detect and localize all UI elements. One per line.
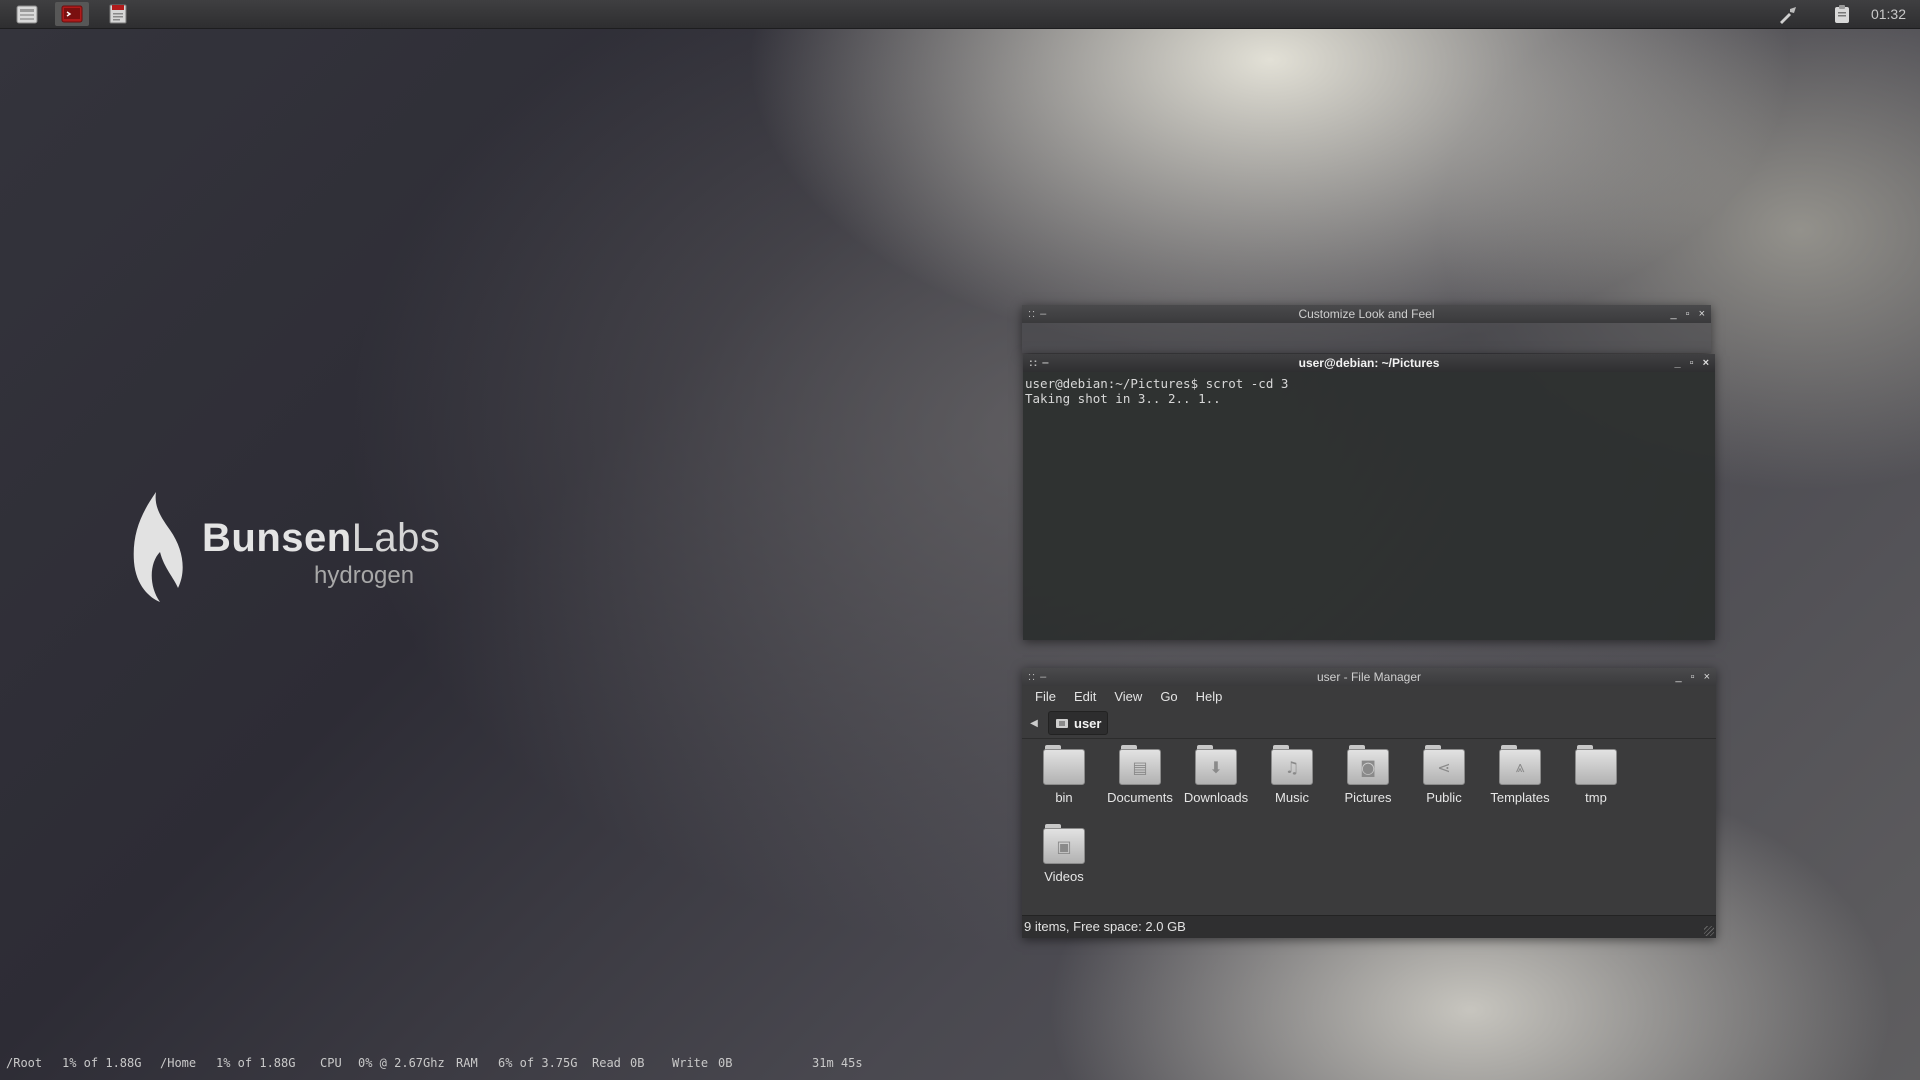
folder-label: Public — [1426, 790, 1462, 805]
folder-item[interactable]: ⋖ Public — [1408, 745, 1480, 805]
folder-item[interactable]: ▣ Videos — [1028, 824, 1100, 884]
back-arrow-icon[interactable]: ◀ — [1026, 713, 1042, 733]
terminal-line: Taking shot in 3.. 2.. 1.. — [1025, 391, 1221, 406]
terminal-icon — [61, 5, 83, 23]
terminal-title: user@debian: ~/Pictures — [1298, 356, 1440, 370]
conky-bar: /Root 1% of 1.88G /Home 1% of 1.88G CPU … — [6, 1056, 863, 1074]
ram-label: RAM — [456, 1056, 478, 1070]
terminal-window[interactable]: :: ‒ user@debian: ~/Pictures _ ▫ × user@… — [1023, 354, 1715, 640]
menu-edit[interactable]: Edit — [1065, 686, 1105, 708]
file-manager-body: File Edit View Go Help ◀ user bin ▤ Docu… — [1022, 686, 1716, 938]
clipboard-icon[interactable] — [1830, 3, 1854, 25]
write-value: 0B — [718, 1056, 733, 1070]
templates-folder-icon: ⩓ — [1499, 745, 1541, 785]
documents-folder-icon: ▤ — [1119, 745, 1161, 785]
text-editor-icon — [109, 4, 127, 24]
public-folder-icon: ⋖ — [1423, 745, 1465, 785]
maximize-button[interactable]: ▫ — [1691, 668, 1695, 686]
customize-title: Customize Look and Feel — [1298, 307, 1435, 321]
close-button[interactable]: × — [1699, 305, 1705, 323]
pictures-folder-icon: ◙ — [1347, 745, 1389, 785]
cpu-label: CPU — [320, 1056, 342, 1070]
customize-titlebar[interactable]: :: ‒ Customize Look and Feel _ ▫ × — [1022, 305, 1711, 323]
menu-view[interactable]: View — [1105, 686, 1151, 708]
menubar: File Edit View Go Help — [1022, 686, 1716, 708]
folder-label: Templates — [1490, 790, 1550, 805]
videos-folder-icon: ▣ — [1043, 824, 1085, 864]
maximize-button[interactable]: ▫ — [1686, 305, 1690, 323]
customize-window[interactable]: :: ‒ Customize Look and Feel _ ▫ × — [1022, 305, 1711, 353]
cpu-value: 0% @ 2.67Ghz — [358, 1056, 445, 1070]
minimize-button[interactable]: _ — [1675, 354, 1681, 372]
path-crumb-user[interactable]: user — [1048, 711, 1109, 735]
file-manager-launcher[interactable] — [10, 2, 44, 26]
folder-label: Music — [1275, 790, 1309, 805]
downloads-folder-icon: ⬇ — [1195, 745, 1237, 785]
close-button[interactable]: × — [1704, 668, 1710, 686]
folder-icon — [1575, 745, 1617, 785]
write-label: Write — [672, 1056, 709, 1070]
window-menu-icon[interactable]: :: ‒ — [1029, 354, 1050, 372]
root-value: 1% of 1.88G — [62, 1056, 142, 1070]
folder-label: tmp — [1585, 790, 1607, 805]
logo-subtitle: hydrogen — [314, 562, 415, 589]
file-manager-titlebar[interactable]: :: ‒ user - File Manager _ ▫ × — [1022, 668, 1716, 686]
menu-help[interactable]: Help — [1187, 686, 1232, 708]
folder-label: Documents — [1107, 790, 1173, 805]
folder-item[interactable]: ◙ Pictures — [1332, 745, 1404, 805]
folder-item[interactable]: ⬇ Downloads — [1180, 745, 1252, 805]
status-bar: 9 items, Free space: 2.0 GB — [1022, 915, 1716, 938]
uptime-value: 31m 45s — [812, 1056, 863, 1070]
folder-item[interactable]: bin — [1028, 745, 1100, 805]
folder-label: Downloads — [1183, 790, 1249, 805]
music-folder-icon: ♫ — [1271, 745, 1313, 785]
desktop-logo: BunsenLabs hydrogen — [130, 490, 450, 610]
maximize-button[interactable]: ▫ — [1690, 354, 1694, 372]
terminal-line: user@debian:~/Pictures$ scrot -cd 3 — [1025, 376, 1289, 391]
folder-item[interactable]: ⩓ Templates — [1484, 745, 1556, 805]
window-menu-icon[interactable]: :: ‒ — [1028, 668, 1047, 686]
read-value: 0B — [630, 1056, 645, 1070]
read-label: Read — [592, 1056, 621, 1070]
folder-label: Videos — [1044, 869, 1084, 884]
folder-item[interactable]: ♫ Music — [1256, 745, 1328, 805]
path-bar: ◀ user — [1022, 708, 1716, 739]
terminal-launcher[interactable] — [55, 2, 89, 26]
file-grid: bin ▤ Documents ⬇ Downloads ♫ Music ◙ Pi… — [1022, 739, 1716, 915]
text-editor-launcher[interactable] — [101, 2, 135, 26]
file-manager-title: user - File Manager — [1316, 670, 1422, 684]
folder-label: bin — [1055, 790, 1073, 805]
minimize-button[interactable]: _ — [1671, 305, 1677, 323]
path-crumb-label: user — [1074, 715, 1102, 731]
customize-body — [1022, 323, 1711, 353]
close-button[interactable]: × — [1703, 354, 1709, 372]
logo-brand: BunsenLabs — [202, 516, 441, 560]
folder-label: Pictures — [1344, 790, 1392, 805]
resize-grip[interactable] — [1704, 926, 1714, 936]
file-manager-window[interactable]: :: ‒ user - File Manager _ ▫ × File Edit… — [1022, 668, 1716, 938]
home-value: 1% of 1.88G — [216, 1056, 296, 1070]
panel-clock[interactable]: 01:32 — [1871, 6, 1906, 22]
window-menu-icon[interactable]: :: ‒ — [1028, 305, 1047, 323]
terminal-titlebar[interactable]: :: ‒ user@debian: ~/Pictures _ ▫ × — [1023, 354, 1715, 372]
minimize-button[interactable]: _ — [1676, 668, 1682, 686]
folder-icon — [1043, 745, 1085, 785]
menu-go[interactable]: Go — [1151, 686, 1186, 708]
tray-tool-icon[interactable] — [1776, 3, 1800, 25]
status-text: 9 items, Free space: 2.0 GB — [1024, 919, 1186, 934]
home-label: /Home — [160, 1056, 197, 1070]
terminal-output[interactable]: user@debian:~/Pictures$ scrot -cd 3 Takin… — [1023, 372, 1715, 640]
ram-value: 6% of 3.75G — [498, 1056, 578, 1070]
folder-item[interactable]: tmp — [1560, 745, 1632, 805]
home-folder-icon — [1056, 719, 1068, 728]
menu-file[interactable]: File — [1026, 686, 1065, 708]
file-manager-icon — [16, 5, 38, 24]
root-label: /Root — [6, 1056, 43, 1070]
flame-logo-icon — [133, 492, 183, 602]
top-panel: 01:32 — [0, 0, 1920, 29]
folder-item[interactable]: ▤ Documents — [1104, 745, 1176, 805]
